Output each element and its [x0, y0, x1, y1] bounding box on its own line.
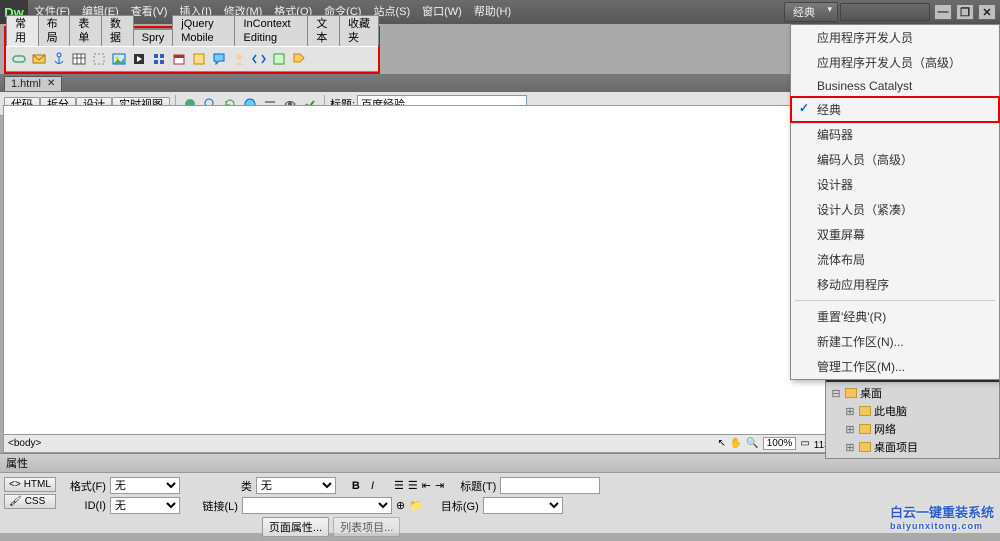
tag-icon[interactable] — [290, 50, 308, 68]
format-label: 格式(F) — [62, 478, 106, 494]
anchor-icon[interactable] — [50, 50, 68, 68]
insert-icon-row — [6, 46, 378, 72]
workspace-switcher[interactable]: 经典 — [784, 2, 838, 22]
target-label: 目标(G) — [441, 498, 479, 514]
document-tab-label: 1.html — [11, 78, 41, 90]
css-mode-button[interactable]: 🖌 CSS — [4, 494, 56, 509]
workspace-menu-item[interactable]: 应用程序开发人员（高级） — [791, 50, 999, 75]
ssi-icon[interactable] — [190, 50, 208, 68]
menu-item[interactable]: 帮助(H) — [468, 0, 517, 24]
bold-button[interactable]: B — [352, 480, 360, 492]
insert-panel-highlight: 常用布局表单数据SpryjQuery MobileInContext Editi… — [4, 26, 380, 74]
insert-tab[interactable]: Spry — [133, 29, 174, 46]
insert-tab[interactable]: InContext Editing — [234, 15, 308, 46]
target-select[interactable] — [483, 497, 563, 514]
hand-icon[interactable]: ✋ — [730, 438, 742, 449]
insert-tab[interactable]: 表单 — [69, 15, 102, 46]
list-item-button[interactable]: 列表项目... — [333, 517, 400, 537]
workspace-menu-item[interactable]: 流体布局 — [791, 247, 999, 272]
hyperlink-icon[interactable] — [10, 50, 28, 68]
pointer-icon[interactable]: ↖ — [717, 438, 725, 449]
tree-row[interactable]: ⊞桌面项目 — [830, 438, 995, 456]
workspace-menu-item[interactable]: 设计人员（紧凑） — [791, 197, 999, 222]
workspace-menu-item[interactable]: 移动应用程序 — [791, 272, 999, 297]
template-icon[interactable] — [270, 50, 288, 68]
insert-tab[interactable]: 布局 — [38, 15, 71, 46]
insert-tab[interactable]: jQuery Mobile — [172, 15, 235, 46]
file-tree[interactable]: ⊟桌面⊞此电脑⊞网络⊞桌面项目 — [826, 382, 999, 458]
folder-icon — [859, 442, 871, 452]
date-icon[interactable] — [170, 50, 188, 68]
workspace-menu-item[interactable]: 重置'经典'(R) — [791, 304, 999, 329]
tree-row[interactable]: ⊟桌面 — [830, 384, 995, 402]
restore-button[interactable]: ❐ — [956, 4, 974, 20]
close-tab-icon[interactable]: ✕ — [47, 78, 55, 89]
insert-tab[interactable]: 收藏夹 — [339, 15, 379, 46]
insert-tab[interactable]: 文本 — [307, 15, 340, 46]
workspace-menu-item[interactable]: 双重屏幕 — [791, 222, 999, 247]
menu-item[interactable]: 窗口(W) — [416, 0, 468, 24]
indent-icon[interactable]: ⇥ — [435, 479, 444, 492]
html-mode-button[interactable]: <> HTML — [4, 477, 56, 492]
properties-panel: 属性 <> HTML 🖌 CSS 格式(F) 无 类 无 B I ☰ ☰ ⇤ ⇥ — [0, 453, 1000, 533]
link-select[interactable] — [242, 497, 392, 514]
image-icon[interactable] — [110, 50, 128, 68]
close-button[interactable]: ✕ — [978, 4, 996, 20]
folder-icon — [859, 424, 871, 434]
title2-label: 标题(T) — [460, 478, 496, 494]
widget-icon[interactable] — [150, 50, 168, 68]
insert-tab[interactable]: 数据 — [101, 15, 134, 46]
workspace-menu-item[interactable]: 管理工作区(M)... — [791, 354, 999, 379]
workspace-menu-item[interactable]: 应用程序开发人员 — [791, 25, 999, 50]
ol-icon[interactable]: ☰ — [408, 479, 418, 492]
class-select[interactable]: 无 — [256, 477, 336, 494]
workspace-menu-item[interactable]: 设计器 — [791, 172, 999, 197]
workspace-menu-item[interactable]: 经典 — [791, 97, 999, 122]
format-select[interactable]: 无 — [110, 477, 180, 494]
table-icon[interactable] — [70, 50, 88, 68]
link-point-icon[interactable]: ⊕ — [396, 499, 405, 512]
email-icon[interactable] — [30, 50, 48, 68]
workspace-menu-item[interactable]: 编码器 — [791, 122, 999, 147]
workspace-menu-item[interactable]: 编码人员（高级） — [791, 147, 999, 172]
search-input[interactable] — [840, 3, 930, 21]
outdent-icon[interactable]: ⇤ — [422, 479, 431, 492]
zoom-icon[interactable]: 🔍 — [746, 438, 758, 449]
div-icon[interactable] — [90, 50, 108, 68]
class-label: 类 — [208, 478, 252, 494]
folder-icon — [845, 388, 857, 398]
insert-tab-row: 常用布局表单数据SpryjQuery MobileInContext Editi… — [6, 28, 378, 46]
zoom-value[interactable]: 100% — [763, 437, 797, 450]
minimize-button[interactable]: — — [934, 4, 952, 20]
window-size-icon[interactable]: ▭ — [800, 438, 809, 449]
script-icon[interactable] — [250, 50, 268, 68]
head-icon[interactable] — [230, 50, 248, 68]
ul-icon[interactable]: ☰ — [394, 479, 404, 492]
workspace-menu-item[interactable]: 新建工作区(N)... — [791, 329, 999, 354]
workspace-menu-item[interactable]: Business Catalyst — [791, 75, 999, 97]
id-select[interactable]: 无 — [110, 497, 180, 514]
comment-icon[interactable] — [210, 50, 228, 68]
document-tab[interactable]: 1.html ✕ — [4, 76, 62, 91]
insert-tab[interactable]: 常用 — [6, 15, 39, 46]
tag-selector[interactable]: <body> — [8, 438, 41, 449]
id-label: ID(I) — [62, 500, 106, 512]
folder-icon — [859, 406, 871, 416]
watermark: 白云一键重装系统 baiyunxitong.com — [890, 502, 994, 531]
tree-row[interactable]: ⊞此电脑 — [830, 402, 995, 420]
workspace-menu: 应用程序开发人员应用程序开发人员（高级）Business Catalyst经典编… — [790, 24, 1000, 380]
media-icon[interactable] — [130, 50, 148, 68]
page-properties-button[interactable]: 页面属性... — [262, 517, 329, 537]
link-label: 链接(L) — [194, 498, 238, 514]
tree-row[interactable]: ⊞网络 — [830, 420, 995, 438]
title2-input[interactable] — [500, 477, 600, 494]
italic-button[interactable]: I — [371, 480, 374, 492]
link-browse-icon[interactable]: 📁 — [409, 499, 423, 512]
app-menubar: Dw 文件(F)编辑(E)查看(V)插入(I)修改(M)格式(O)命令(C)站点… — [0, 0, 1000, 24]
